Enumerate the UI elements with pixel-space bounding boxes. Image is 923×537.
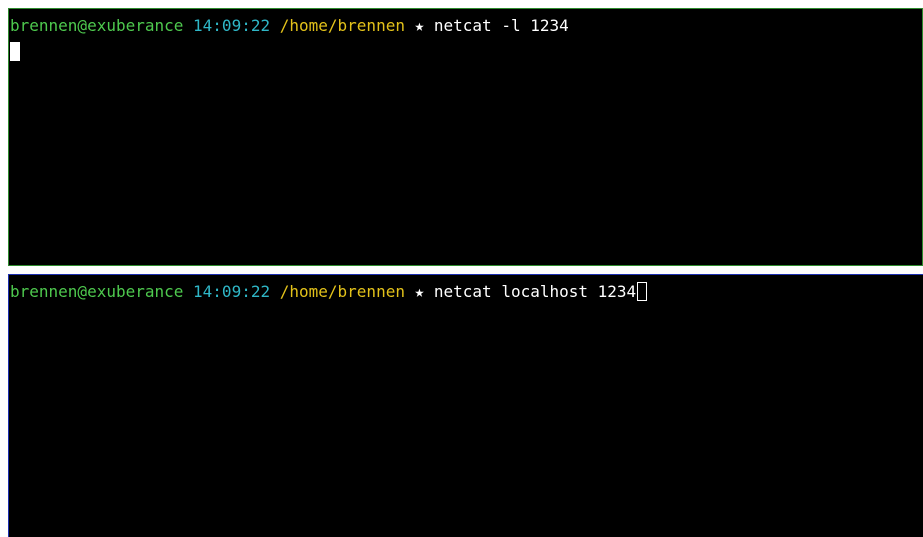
- block-cursor: [10, 42, 20, 61]
- prompt-user-host: brennen@exuberance: [10, 282, 184, 301]
- terminal-pane-top[interactable]: brennen@exuberance 14:09:22 /home/brenne…: [8, 8, 923, 266]
- prompt-path: /home/brennen: [279, 282, 405, 301]
- command-text: netcat -l 1234: [433, 16, 569, 35]
- terminal-window: brennen@exuberance 14:09:22 /home/brenne…: [0, 0, 923, 537]
- prompt-user-host: brennen@exuberance: [10, 16, 184, 35]
- outline-cursor: [637, 282, 648, 301]
- prompt-star-icon: ★: [414, 16, 425, 35]
- prompt-path: /home/brennen: [279, 16, 405, 35]
- command-text[interactable]: netcat localhost 1234: [434, 282, 636, 301]
- prompt-line: brennen@exuberance 14:09:22 /home/brenne…: [10, 15, 569, 37]
- prompt-line: brennen@exuberance 14:09:22 /home/brenne…: [10, 281, 648, 303]
- prompt-time: 14:09:22: [193, 16, 271, 35]
- terminal-pane-bottom[interactable]: brennen@exuberance 14:09:22 /home/brenne…: [8, 274, 923, 537]
- prompt-time: 14:09:22: [193, 282, 271, 301]
- prompt-star-icon: ★: [414, 282, 425, 301]
